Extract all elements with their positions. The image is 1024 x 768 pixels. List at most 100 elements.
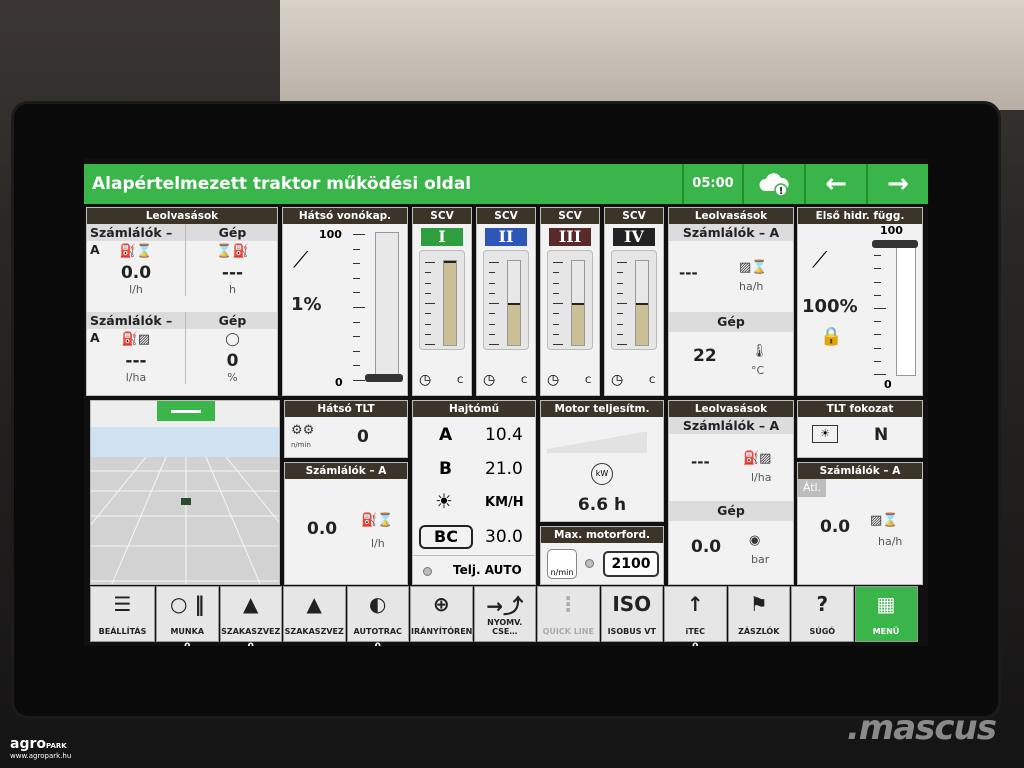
rear-pto-panel[interactable]: Hátsó TLT ⚙⚙ n/min 0 (284, 400, 408, 458)
tick-mark (425, 303, 435, 304)
tick-mark (553, 344, 563, 345)
back-button[interactable]: ← (804, 164, 866, 204)
readings-panel-3[interactable]: Leolvasások Számlálók – A --- ⛽▨ l/ha Gé… (668, 400, 794, 585)
readout-unit: l/h (129, 283, 143, 296)
engine-hours-value: 6.6 h (577, 495, 627, 515)
toolbar-zászlók-button[interactable]: ⚑ ZÁSZLÓK (727, 586, 790, 642)
pto-gear-panel[interactable]: TLT fokozat ☀ N (797, 400, 923, 458)
tick-mark (874, 308, 886, 309)
scv-panel-3[interactable]: SCV III ◷ C (540, 207, 600, 396)
tick-mark (874, 334, 881, 336)
tick-mark (617, 282, 623, 284)
tick-mark (553, 262, 563, 263)
gauge-ticks (553, 262, 563, 345)
tick-mark (425, 282, 431, 284)
readout-value: 0 (226, 351, 239, 371)
clock-icon: ◷ (611, 372, 624, 388)
tick-mark (553, 292, 559, 294)
gear-a-label: A (439, 425, 453, 445)
scv-panel-1[interactable]: SCV I ◷ C (412, 207, 472, 396)
area-hourglass-icon: ▨⌛ (870, 513, 899, 528)
forward-button[interactable]: → (866, 164, 928, 204)
fuel-area-icon: ⛽▨ (121, 332, 151, 347)
logo-url: www.agropark.hu (10, 752, 72, 760)
max-engine-speed-panel[interactable]: Max. motorford. n/min 2100 (540, 526, 664, 585)
guidance-icon: ⊕ (432, 592, 450, 616)
machine-label: Gép (186, 224, 277, 241)
toolbar-autotrac-button[interactable]: ◐ AUTOTRAC 0 (346, 586, 409, 646)
counter-label: Számlálók – A (87, 312, 185, 345)
max-engine-speed-input[interactable]: 2100 (603, 551, 659, 577)
speed-unit: KM/H (485, 495, 524, 510)
engine-power-panel[interactable]: Motor teljesítm. kW 6.6 h (540, 400, 664, 522)
tick-mark (553, 272, 559, 274)
scale-bottom: 0 (884, 378, 892, 391)
panel-header: Leolvasások (87, 208, 277, 224)
svg-text:!: ! (779, 186, 784, 197)
panel-header: Hátsó vonókap. (283, 208, 407, 224)
scv-panel-4[interactable]: SCV IV ◷ C (604, 207, 664, 396)
front-hitch-panel[interactable]: Első hidr. függ. ⟋ 100% 🔒 100 0 (797, 207, 923, 396)
menu-grid-icon: ▦ (876, 592, 896, 616)
pressure-icon: ◉ (749, 533, 761, 548)
pto-gear-icon: ☀ (812, 425, 838, 443)
counter-panel-2[interactable]: Számlálók – A Átl. 0.0 ▨⌛ ha/h (797, 462, 923, 585)
front-hitch-pointer-icon (872, 240, 918, 248)
map-view[interactable] (90, 400, 280, 585)
panel-header: SCV (477, 208, 535, 224)
toolbar-nyomv-cse-button[interactable]: →⤴ NYOMV. CSE… (473, 586, 536, 642)
toolbar-súgó-button[interactable]: ? SÚGÓ (791, 586, 854, 642)
tick-mark (353, 307, 365, 308)
tick-mark (353, 277, 360, 279)
cloud-alert-icon[interactable]: ! (742, 164, 804, 204)
fuel-area-icon: ⛽▨ (743, 451, 772, 466)
counter-value: 0.0 (820, 517, 851, 537)
readings-panel-1[interactable]: Leolvasások Számlálók – A ⛽⌛ 0.0 l/h Gép… (86, 207, 278, 396)
readings-panel-2[interactable]: Leolvasások Számlálók – A --- ▨⌛ ha/h Gé… (668, 207, 794, 396)
tick-mark (617, 313, 623, 315)
toolbar-isobus-vt-button[interactable]: ISO ISOBUS VT (600, 586, 663, 642)
toolbar-label: ISOBUS VT (607, 627, 656, 636)
scv-panel-2[interactable]: SCV II ◷ C (476, 207, 536, 396)
section-control-icon: ▲ (243, 592, 259, 616)
tick-mark (489, 282, 495, 284)
tick-mark (874, 294, 881, 296)
tick-mark (617, 262, 627, 263)
panel-header: SCV (541, 208, 599, 224)
gauge-ticks (874, 242, 886, 375)
tick-mark (617, 344, 627, 345)
panel-header: Max. motorford. (541, 527, 663, 543)
range-bc-button[interactable]: BC (419, 525, 473, 549)
counter-unit: ha/h (878, 535, 903, 548)
toolbar-itec-button[interactable]: ↑ iTEC 0 (664, 586, 727, 646)
engine-speed-icon[interactable]: n/min (547, 549, 577, 579)
flag-icon: ⚑ (749, 592, 768, 616)
tick-mark (353, 321, 360, 323)
toolbar-quick-line-button[interactable]: ⋮ QUICK LINE (537, 586, 600, 642)
tick-mark (353, 263, 360, 265)
tick-mark (617, 272, 623, 274)
toolbar-count: 0 (348, 642, 409, 646)
readout-value: 0.0 (120, 263, 152, 283)
toolbar-szakaszvez-button[interactable]: ▲ SZAKASZVEZ (283, 586, 346, 642)
toolbar-szakaszvez-button[interactable]: ▲ SZAKASZVEZ 0 (219, 586, 282, 646)
toolbar-menü-button[interactable]: ▦ MENÜ (854, 586, 918, 642)
header-time[interactable]: 05:00 (682, 164, 742, 204)
toolbar-munka-button[interactable]: ○ ‖ MUNKA 0 (156, 586, 219, 646)
mascus-watermark: .mascus (846, 708, 997, 748)
transmission-panel[interactable]: Hajtómű A 10.4 B 21.0 ☀ KM/H BC 30.0 Tel… (412, 400, 536, 585)
rear-hitch-panel[interactable]: Hátsó vonókap. ⟋ 1% 100 0 (282, 207, 408, 396)
tick-mark (617, 323, 623, 325)
counter-panel-1[interactable]: Számlálók – A 0.0 ⛽⌛ l/h (284, 462, 408, 585)
tick-mark (425, 272, 431, 274)
toolbar-beállítás-button[interactable]: ☰ BEÁLLÍTÁS (90, 586, 155, 642)
section-control-icon: ▲ (306, 592, 322, 616)
toolbar-irányítórend-button[interactable]: ⊕ IRÁNYÍTÓREND (410, 586, 479, 642)
scv-mode: C (649, 376, 656, 386)
lock-icon[interactable]: 🔒 (820, 326, 842, 347)
logo-text: agro (10, 736, 46, 752)
oil-temperature-icon: 🌡 (751, 344, 768, 359)
tick-mark (553, 282, 559, 284)
tick-mark (874, 268, 881, 270)
gauge-ticks (425, 262, 435, 345)
